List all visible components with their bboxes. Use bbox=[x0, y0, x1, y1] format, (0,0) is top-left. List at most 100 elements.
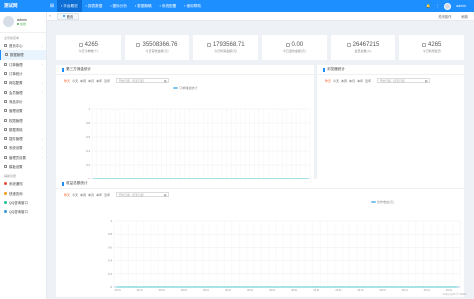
filter-option[interactable]: 本周 bbox=[341, 79, 347, 83]
filter-option[interactable]: 近年 bbox=[104, 193, 110, 197]
data-point[interactable] bbox=[345, 286, 347, 288]
sidebar-item[interactable]: 模板设置 bbox=[0, 162, 46, 171]
menu-icon[interactable]: ⋮ bbox=[436, 4, 440, 8]
refresh-button[interactable]: 刷新 bbox=[461, 14, 468, 19]
tab-scroll-left-icon[interactable]: « bbox=[47, 14, 53, 18]
data-point[interactable] bbox=[374, 286, 377, 288]
sidebar-item[interactable]: 插件管理 › bbox=[0, 134, 46, 143]
filter-option[interactable]: 今天 bbox=[72, 193, 78, 197]
data-point[interactable] bbox=[448, 286, 450, 288]
data-point[interactable] bbox=[455, 286, 458, 288]
grid-icon[interactable]: ⊞ bbox=[47, 3, 57, 9]
sidebar-item[interactable]: 管理员设置 › bbox=[0, 153, 46, 162]
data-point[interactable] bbox=[315, 286, 318, 288]
data-point[interactable] bbox=[146, 286, 148, 288]
data-point[interactable] bbox=[205, 286, 207, 288]
filter-option[interactable]: 昨天 bbox=[325, 79, 331, 83]
data-point[interactable] bbox=[249, 286, 251, 288]
data-point[interactable] bbox=[131, 286, 134, 288]
avatar[interactable] bbox=[444, 2, 452, 10]
data-point[interactable] bbox=[418, 286, 421, 288]
sidebar-item[interactable]: 订单管理 › bbox=[0, 60, 46, 69]
data-point[interactable] bbox=[256, 286, 259, 288]
data-point[interactable] bbox=[330, 286, 332, 288]
data-point[interactable] bbox=[352, 286, 355, 288]
date-range-input[interactable]: 开始日期 - 结束日期 ▦ bbox=[116, 78, 170, 83]
calendar-icon[interactable]: ▦ bbox=[425, 79, 428, 83]
filter-option[interactable]: 本年 bbox=[96, 193, 102, 197]
bell-icon[interactable]: 🔔 bbox=[426, 4, 430, 8]
data-point[interactable] bbox=[278, 286, 281, 288]
data-point[interactable] bbox=[153, 286, 156, 288]
topnav-item[interactable]: ▪ 使用帮助 bbox=[180, 0, 205, 12]
topnav-item[interactable]: ▪ 系统配置 bbox=[156, 0, 181, 12]
data-point[interactable] bbox=[426, 286, 428, 288]
sidebar-item[interactable]: 权限管理 bbox=[0, 115, 46, 124]
sidebar-item[interactable]: 商品评价 bbox=[0, 97, 46, 106]
data-point[interactable] bbox=[183, 286, 185, 288]
filter-option[interactable]: 本月 bbox=[349, 79, 355, 83]
data-point[interactable] bbox=[212, 286, 215, 288]
topnav-item[interactable]: ▪ 平台概况 bbox=[57, 0, 82, 12]
data-point[interactable] bbox=[219, 286, 222, 288]
sidebar-item[interactable]: 订单统计 bbox=[0, 69, 46, 78]
data-point[interactable] bbox=[403, 286, 406, 288]
data-point[interactable] bbox=[242, 286, 244, 288]
data-point[interactable] bbox=[389, 286, 391, 288]
tab-home[interactable]: 首页 bbox=[57, 12, 80, 20]
data-point[interactable] bbox=[197, 286, 200, 288]
calendar-icon[interactable]: ▦ bbox=[164, 79, 167, 83]
data-point[interactable] bbox=[293, 286, 296, 288]
data-point[interactable] bbox=[381, 286, 384, 288]
date-range-input[interactable]: 开始日期 - 结束日期 ▦ bbox=[377, 78, 431, 83]
close-tabs-button[interactable]: 关闭操作 bbox=[438, 14, 451, 19]
topnav-item[interactable]: ▪ 图标分析 bbox=[106, 0, 131, 12]
data-point[interactable] bbox=[175, 286, 178, 288]
sidebar-item[interactable]: 管理设置 bbox=[0, 106, 46, 115]
filter-option[interactable]: 昨天 bbox=[64, 79, 70, 83]
data-point[interactable] bbox=[264, 286, 266, 288]
sidebar-item[interactable]: 系统设置 › bbox=[0, 143, 46, 152]
filter-option[interactable]: 本年 bbox=[96, 79, 102, 83]
sidebar-item[interactable]: 首页中心 › bbox=[0, 41, 46, 50]
data-point[interactable] bbox=[300, 286, 303, 288]
data-point[interactable] bbox=[337, 286, 340, 288]
data-point[interactable] bbox=[411, 286, 413, 288]
data-point[interactable] bbox=[161, 286, 163, 288]
data-point[interactable] bbox=[124, 286, 126, 288]
data-point[interactable] bbox=[168, 286, 171, 288]
data-point[interactable] bbox=[433, 286, 436, 288]
sidebar-tool-item[interactable]: 快递查询 bbox=[0, 188, 46, 197]
brand-logo[interactable]: 测试网 bbox=[0, 0, 47, 12]
data-point[interactable] bbox=[190, 286, 193, 288]
filter-option[interactable]: 本周 bbox=[80, 193, 86, 197]
sidebar-item[interactable]: 会员管理 › bbox=[0, 87, 46, 96]
topnav-item[interactable]: ▪ 数据概略 bbox=[131, 0, 156, 12]
data-point[interactable] bbox=[227, 286, 229, 288]
data-point[interactable] bbox=[367, 286, 369, 288]
filter-option[interactable]: 本月 bbox=[88, 79, 94, 83]
data-point[interactable] bbox=[440, 286, 443, 288]
sidebar-item[interactable]: 数据清除 bbox=[0, 125, 46, 134]
data-point[interactable] bbox=[359, 286, 362, 288]
sidebar-item[interactable]: 数据管理 bbox=[0, 50, 46, 60]
data-point[interactable] bbox=[308, 286, 310, 288]
data-point[interactable] bbox=[116, 286, 119, 288]
filter-option[interactable]: 近年 bbox=[365, 79, 371, 83]
data-point[interactable] bbox=[271, 286, 274, 288]
sidebar-tool-item[interactable]: QQ咨询窗口 bbox=[0, 198, 46, 207]
filter-option[interactable]: 本年 bbox=[357, 79, 363, 83]
sidebar-tool-item[interactable]: QQ咨询窗口 bbox=[0, 207, 46, 216]
user-avatar[interactable] bbox=[3, 16, 14, 27]
sidebar-tool-item[interactable]: 系统通知 bbox=[0, 179, 46, 188]
topnav-item[interactable]: ▪ 报表数据 bbox=[82, 0, 107, 12]
data-point[interactable] bbox=[396, 286, 399, 288]
filter-option[interactable]: 昨天 bbox=[64, 193, 70, 197]
filter-option[interactable]: 本月 bbox=[88, 193, 94, 197]
filter-option[interactable]: 今天 bbox=[72, 79, 78, 83]
data-point[interactable] bbox=[323, 286, 325, 288]
username[interactable]: admin bbox=[456, 4, 466, 8]
data-point[interactable] bbox=[286, 286, 288, 288]
sidebar-item[interactable]: 网站配置 › bbox=[0, 78, 46, 87]
filter-option[interactable]: 近年 bbox=[104, 79, 110, 83]
